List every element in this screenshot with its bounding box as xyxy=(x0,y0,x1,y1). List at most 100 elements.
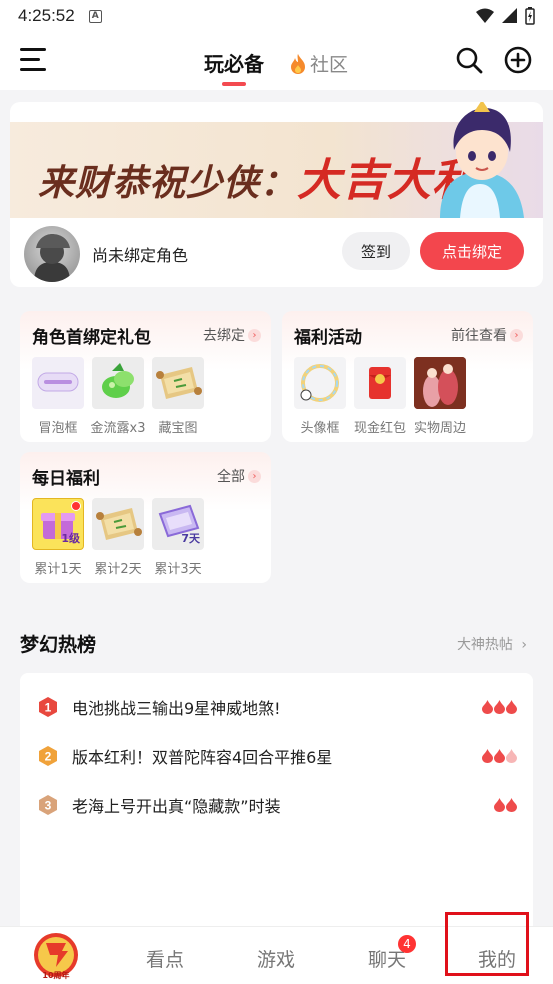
logo-text: 10周年 xyxy=(42,970,69,980)
welfare-item-label: 现金红包 xyxy=(354,421,407,436)
tab-wanbibei[interactable]: 玩必备 xyxy=(204,48,264,77)
welfare-item-merch[interactable]: 实物周边 xyxy=(414,357,466,436)
gift-item-label: 冒泡框 xyxy=(38,421,78,436)
avatar-frame-thumbnail xyxy=(294,357,346,409)
chevron-right-icon: › xyxy=(248,328,261,342)
hot-item-text: 版本红利！双普陀阵容4回合平推6星 xyxy=(72,748,333,767)
hot-more-link[interactable]: 大神热帖 › xyxy=(457,634,527,654)
chat-unread-badge: 4 xyxy=(398,935,416,953)
daily-item-day2[interactable]: 累计2天 xyxy=(92,498,144,577)
hero-character-image xyxy=(440,102,524,218)
merch-thumbnail xyxy=(414,357,466,409)
banner-text: 来财恭祝少侠：大吉大利 xyxy=(38,144,477,208)
hot-list-card: 1 电池挑战三输出9星神威地煞! 2 版本红利！双普陀阵容4回合平推6星 3 老… xyxy=(20,673,533,943)
hot-list-item[interactable]: 1 电池挑战三输出9星神威地煞! xyxy=(20,693,533,721)
gift-item-treasure-map[interactable]: 藏宝图 xyxy=(152,357,204,436)
hot-item-text: 电池挑战三输出9星神威地煞! xyxy=(72,699,281,718)
daily-welfare-card[interactable]: 每日福利 全部 › 1级 累计1天 累计2天 7天 累计3天 xyxy=(20,452,271,583)
daily-more-label: 全部 xyxy=(217,469,245,485)
chevron-right-icon: › xyxy=(510,328,523,342)
jinliulu-thumbnail xyxy=(92,357,144,409)
heat-level-icons xyxy=(482,700,517,714)
hot-list-item[interactable]: 3 老海上号开出真“隐藏款”时装 xyxy=(20,791,533,819)
treasure-map-thumbnail xyxy=(152,357,204,409)
rank-2-text: 2 xyxy=(45,750,52,764)
rank-2-icon: 2 xyxy=(39,746,57,766)
hot-list-title: 梦幻热榜 xyxy=(20,634,97,656)
flame-icon xyxy=(494,798,505,812)
flame-icon xyxy=(506,798,517,812)
top-header: 玩必备 社区 xyxy=(0,32,553,90)
hot-more-label: 大神热帖 xyxy=(456,637,513,653)
daily-item-day1[interactable]: 1级 累计1天 xyxy=(32,498,84,577)
flame-icon xyxy=(506,700,517,714)
day1-gift-thumbnail: 1级 xyxy=(32,498,84,550)
welfare-more-label: 前往查看 xyxy=(451,328,507,344)
flame-icon xyxy=(291,53,305,74)
sign-in-button[interactable]: 签到 xyxy=(342,232,410,270)
gift-item-bubble-frame[interactable]: 冒泡框 xyxy=(32,357,84,436)
default-avatar-icon xyxy=(34,234,70,282)
flame-icon xyxy=(482,749,493,763)
anniversary-logo-icon[interactable]: 10周年 xyxy=(32,931,80,981)
daily-item-label: 累计3天 xyxy=(154,562,202,577)
welfare-item-cash-redpacket[interactable]: 现金红包 xyxy=(354,357,406,436)
new-reward-dot xyxy=(71,501,81,511)
heat-level-icons xyxy=(482,749,517,763)
flame-icon xyxy=(494,700,505,714)
day3-card-thumbnail: 7天 xyxy=(152,498,204,550)
gift-item-label: 金流露x3 xyxy=(90,421,146,436)
gift-item-jinliulu[interactable]: 金流露x3 xyxy=(90,357,146,436)
hot-list-item[interactable]: 2 版本红利！双普陀阵容4回合平推6星 xyxy=(20,742,533,770)
search-icon[interactable] xyxy=(455,46,483,74)
welfare-title: 福利活动 xyxy=(294,328,362,348)
chevron-right-icon: › xyxy=(521,637,527,653)
welfare-item-label: 实物周边 xyxy=(414,421,467,436)
welfare-item-avatar-frame[interactable]: 头像框 xyxy=(294,357,346,436)
banner-card: 来财恭祝少侠：大吉大利 尚未绑定角色 签到 点击绑定 xyxy=(10,102,543,287)
daily-more-link[interactable]: 全部 › xyxy=(217,466,261,486)
day2-map-thumbnail xyxy=(92,498,144,550)
welfare-more-link[interactable]: 前往查看 › xyxy=(451,325,523,345)
gift-item-label: 藏宝图 xyxy=(158,421,198,436)
flame-half-icon xyxy=(506,749,517,763)
flame-icon xyxy=(494,749,505,763)
daily-item-day3[interactable]: 7天 累计3天 xyxy=(152,498,204,577)
notification-a-icon: A xyxy=(88,9,102,23)
role-gift-card[interactable]: 角色首绑定礼包 去绑定 › 冒泡框 金流露x3 藏宝图 xyxy=(20,311,271,442)
bind-role-button[interactable]: 点击绑定 xyxy=(420,232,524,270)
tab-mine-highlight-box xyxy=(445,912,529,976)
battery-icon xyxy=(525,7,535,25)
heat-level-icons xyxy=(494,798,517,812)
rank-3-text: 3 xyxy=(45,799,52,813)
role-gift-title: 角色首绑定礼包 xyxy=(32,328,151,348)
role-gift-more-link[interactable]: 去绑定 › xyxy=(203,325,261,345)
rank-3-icon: 3 xyxy=(39,795,57,815)
profile-row: 尚未绑定角色 签到 点击绑定 xyxy=(10,218,543,287)
welfare-activity-card[interactable]: 福利活动 前往查看 › 头像框 现金红包 实物周边 xyxy=(282,311,533,442)
daily-title: 每日福利 xyxy=(32,469,100,489)
flame-icon xyxy=(482,700,493,714)
welfare-item-label: 头像框 xyxy=(300,421,340,436)
add-circle-icon[interactable] xyxy=(504,46,532,74)
menu-icon[interactable] xyxy=(20,48,46,72)
tab-kandian[interactable]: 看点 xyxy=(146,945,184,972)
chevron-right-icon: › xyxy=(248,469,261,483)
avatar[interactable] xyxy=(24,226,80,282)
wifi-icon xyxy=(476,8,494,23)
redpacket-thumbnail xyxy=(354,357,406,409)
role-gift-more-label: 去绑定 xyxy=(203,328,245,344)
banner-text-prefix: 来财恭祝少侠： xyxy=(38,162,298,204)
day1-level-badge: 1级 xyxy=(61,532,80,545)
status-bar: 4:25:52 A xyxy=(0,0,553,32)
daily-item-label: 累计1天 xyxy=(34,562,82,577)
status-time: 4:25:52 xyxy=(18,6,75,25)
active-tab-indicator xyxy=(222,82,246,86)
tab-community-label: 社区 xyxy=(310,54,349,76)
day3-days-badge: 7天 xyxy=(181,532,200,545)
rank-1-text: 1 xyxy=(45,701,52,715)
hot-item-text: 老海上号开出真“隐藏款”时装 xyxy=(72,797,281,816)
tab-games[interactable]: 游戏 xyxy=(257,945,295,972)
tab-community[interactable]: 社区 xyxy=(288,50,348,77)
signal-icon xyxy=(502,8,517,23)
